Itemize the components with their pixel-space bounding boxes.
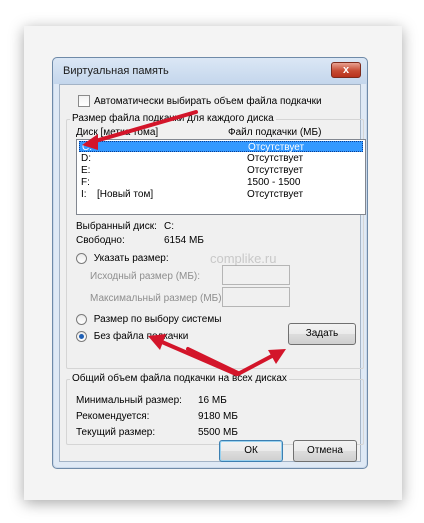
auto-manage-checkbox-row[interactable]: Автоматически выбирать объем файла подка…: [78, 95, 322, 107]
drive-paging: Отсутствует: [248, 142, 305, 153]
current-size-label: Текущий размер:: [76, 427, 156, 438]
auto-manage-checkbox[interactable]: [78, 95, 90, 107]
set-button[interactable]: Задать: [288, 323, 356, 345]
drive-row-d[interactable]: D: Отсутствует: [79, 153, 363, 164]
custom-size-option[interactable]: Указать размер:: [76, 253, 169, 264]
header-paging-file: Файл подкачки (МБ): [228, 127, 322, 138]
no-paging-label: Без файла подкачки: [93, 331, 189, 343]
custom-size-radio[interactable]: [76, 253, 87, 264]
drive-letter: E:: [81, 165, 91, 176]
watermark: complike.ru: [210, 251, 277, 266]
drive-paging: Отсутствует: [247, 153, 304, 164]
no-paging-option[interactable]: Без файла подкачки: [76, 331, 188, 342]
header-disk: Диск [метка тома]: [76, 127, 159, 138]
max-size-label: Максимальный размер (МБ):: [90, 293, 225, 304]
min-size-label: Минимальный размер:: [76, 395, 182, 406]
min-size-value: 16 МБ: [198, 395, 227, 406]
recommended-value: 9180 МБ: [198, 411, 238, 422]
drive-paging: Отсутствует: [247, 165, 304, 176]
auto-manage-label: Автоматически выбирать объем файла подка…: [94, 95, 322, 107]
drive-row-c[interactable]: C: Отсутствует: [79, 141, 363, 153]
ok-button[interactable]: ОК: [219, 440, 283, 462]
free-space-value: 6154 МБ: [164, 235, 204, 246]
initial-size-label: Исходный размер (МБ):: [90, 271, 201, 282]
selected-disk-label: Выбранный диск:: [76, 221, 157, 232]
title-bar[interactable]: Виртуальная память x: [53, 58, 367, 84]
drive-row-e[interactable]: E: Отсутствует: [79, 165, 363, 176]
drive-letter: F:: [81, 177, 90, 188]
virtual-memory-dialog: Виртуальная память x Автоматически выбир…: [52, 57, 368, 469]
initial-size-input[interactable]: [222, 265, 290, 285]
drive-letter: D:: [81, 153, 91, 164]
drive-row-i[interactable]: I: [Новый том] Отсутствует: [79, 189, 363, 200]
recommended-label: Рекомендуется:: [76, 411, 150, 422]
drive-paging: Отсутствует: [247, 189, 304, 200]
drive-paging: 1500 - 1500: [247, 177, 301, 188]
system-managed-radio[interactable]: [76, 314, 87, 325]
drive-list[interactable]: C: Отсутствует D: Отсутствует E: Отсутст…: [76, 139, 366, 215]
selected-disk-value: C:: [164, 221, 174, 232]
no-paging-radio[interactable]: [76, 331, 87, 342]
total-paging-group-label: Общий объем файла подкачки на всех диска…: [70, 373, 289, 384]
free-space-label: Свободно:: [76, 235, 125, 246]
window-title: Виртуальная память: [63, 65, 169, 77]
system-managed-label: Размер по выбору системы: [93, 314, 222, 326]
drive-letter: C:: [82, 142, 92, 153]
drive-row-f[interactable]: F: 1500 - 1500: [79, 177, 363, 188]
system-managed-option[interactable]: Размер по выбору системы: [76, 314, 221, 325]
close-button[interactable]: x: [331, 62, 361, 78]
paging-size-group-label: Размер файла подкачки для каждого диска: [70, 113, 276, 124]
custom-size-label: Указать размер:: [93, 253, 169, 265]
dialog-client-area: Автоматически выбирать объем файла подка…: [59, 84, 366, 462]
current-size-value: 5500 МБ: [198, 427, 238, 438]
drive-letter: I:: [81, 189, 87, 200]
cancel-button[interactable]: Отмена: [293, 440, 357, 462]
max-size-input[interactable]: [222, 287, 290, 307]
drive-volume-name: [Новый том]: [97, 189, 154, 200]
